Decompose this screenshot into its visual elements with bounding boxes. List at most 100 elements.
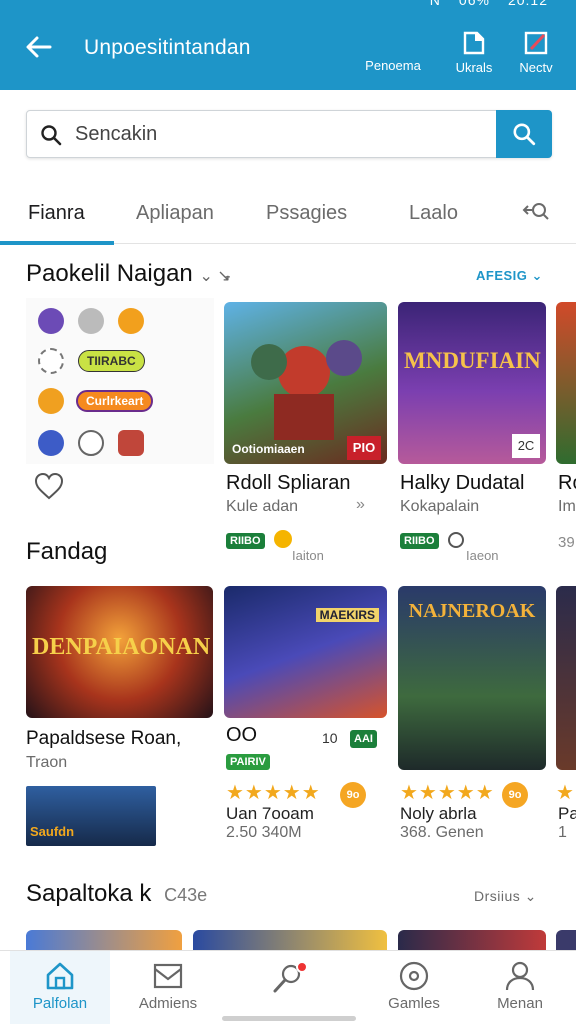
icon-panel: TIIRABC Curlrkeart: [26, 298, 214, 464]
game-card-image-rdoll[interactable]: Ootiomiaaen PIO: [224, 302, 387, 464]
notification-dot: [296, 961, 308, 973]
age-rating-badge-halky: 2C: [512, 434, 540, 458]
home-indicator[interactable]: [222, 1016, 356, 1021]
search-button[interactable]: [496, 110, 552, 158]
app-bar: N 06% 20:12 Unpoesitintandan Penoema Ukr…: [0, 0, 576, 90]
rating-stars-uan: ★★★★★: [226, 782, 321, 804]
game-count-uan: 10: [322, 730, 338, 746]
game-sub-partial: Im: [558, 498, 576, 515]
section1-title-suffix: ⌄ ↘̵: [199, 268, 231, 285]
arrow-left-icon: [26, 36, 52, 58]
warrior-icon[interactable]: [118, 430, 144, 456]
game-card-image-row3-2[interactable]: [193, 930, 387, 952]
status-battery: 06%: [458, 0, 490, 8]
bookmark-action-label: Penoema: [365, 58, 421, 73]
game-meta-halky: Iaeon: [466, 548, 499, 563]
home-icon: [46, 962, 74, 990]
game-thumb-saufdn[interactable]: Saufdn: [26, 786, 156, 846]
butterfly-icon[interactable]: [78, 430, 104, 456]
search-bar: [26, 110, 552, 158]
sword-icon[interactable]: [38, 430, 64, 456]
section3-more-link[interactable]: Drsiius ⌄: [474, 888, 537, 905]
nav-label-gamles: Gamles: [388, 995, 440, 1012]
game-title-halky[interactable]: Halky Dudatal: [400, 472, 525, 495]
pill-tiirabc[interactable]: TIIRABC: [78, 350, 145, 372]
search-button-icon: [513, 123, 536, 146]
game-sub-partial-2: 1: [558, 824, 567, 841]
gear-icon[interactable]: [38, 348, 64, 374]
section-title-sapaltoka: Sapaltoka k C43e: [26, 880, 207, 908]
game-card-image-partial[interactable]: [556, 302, 576, 464]
edit-action-button[interactable]: Nectv: [496, 30, 576, 75]
game-sub-noly: 368. Genen: [400, 824, 484, 841]
heart-shield-icon[interactable]: [78, 308, 104, 334]
section1-title-text: Paokelil Naigan: [26, 260, 193, 287]
favorite-heart-icon[interactable]: [34, 472, 64, 500]
tab-laalo[interactable]: Laalo: [409, 202, 458, 225]
edit-icon: [524, 31, 548, 55]
tab-apliapan[interactable]: Apliapan: [136, 202, 214, 225]
game-art-title-halky: MNDUFIAIN: [404, 348, 541, 373]
game-art-caption-rdoll: Ootiomiaaen: [232, 442, 305, 456]
game-prefix-uan: OO: [226, 724, 258, 746]
game-title-partial-2[interactable]: Pa: [558, 804, 576, 824]
section-title-paokelil: Paokelil Naigan ⌄ ↘̵: [26, 260, 231, 288]
tab-pssagies[interactable]: Pssagies: [266, 202, 347, 225]
game-card-image-partial-2[interactable]: [556, 586, 576, 770]
compass-icon[interactable]: [118, 308, 144, 334]
rating-badge-noly: 9o: [502, 782, 528, 808]
coin-icon: [274, 530, 292, 548]
age-rating-badge-rdoll: PIO: [347, 436, 381, 460]
nav-item-gamles[interactable]: Gamles: [364, 961, 464, 1012]
game-card-image-row3-1[interactable]: [26, 930, 182, 952]
chevron-right-icon[interactable]: »: [356, 496, 365, 514]
game-meta-rdoll: Iaiton: [292, 548, 324, 563]
nav-item-palfolan[interactable]: Palfolan: [10, 961, 110, 1012]
category-tabs: Fianra Apliapan Pssagies Laalo: [0, 182, 576, 245]
nav-item-menan[interactable]: Menan: [470, 961, 570, 1012]
game-title-uan[interactable]: Uan 7ooam: [226, 804, 314, 824]
tab-search-icon[interactable]: [520, 200, 550, 224]
pill-curlrkeart[interactable]: Curlrkeart: [76, 390, 154, 412]
game-card-image-row3-3[interactable]: [398, 930, 546, 952]
game-art-title-papaldsese: DENPAIAONAN: [32, 634, 211, 660]
game-card-image-noly[interactable]: NAJNEROAK: [398, 586, 546, 770]
game-sub-papaldsese: Traon: [26, 754, 68, 771]
game-title-noly[interactable]: Noly abrla: [400, 804, 477, 824]
badge-uan: PAIRIV: [226, 754, 270, 770]
game-card-image-papaldsese[interactable]: DENPAIAONAN: [26, 586, 213, 718]
nav-item-admiens[interactable]: Admiens: [118, 961, 218, 1012]
search-input[interactable]: [75, 119, 475, 149]
game-meta-partial: 39: [558, 534, 575, 551]
nav-item-search[interactable]: [238, 961, 338, 999]
section3-title-suffix: C43e: [164, 885, 208, 905]
page-title: Unpoesitintandan: [84, 36, 251, 59]
game-card-image-row3-4[interactable]: [556, 930, 576, 952]
game-card-image-halky[interactable]: MNDUFIAIN 2C: [398, 302, 546, 464]
nav-label-palfolan: Palfolan: [32, 995, 88, 1012]
status-bar: N 06% 20:12: [430, 0, 548, 8]
status-signal: N: [429, 0, 441, 8]
game-title-papaldsese[interactable]: Papaldsese Roan,: [26, 728, 181, 750]
game-title-rdoll[interactable]: Rdoll Spliaran: [226, 472, 351, 495]
face-icon[interactable]: [38, 388, 64, 414]
section1-more-link[interactable]: AFESIG ⌄: [476, 268, 543, 284]
nav-label-admiens: Admiens: [138, 995, 198, 1012]
section-title-fandag: Fandag: [26, 538, 108, 565]
game-art-title-uan: MAEKIRS: [315, 608, 379, 622]
disc-icon: [399, 961, 429, 991]
game-card-image-uan[interactable]: MAEKIRS: [224, 586, 387, 718]
tab-fianra[interactable]: Fianra: [28, 202, 85, 225]
bottom-navigation: Palfolan Admiens Gamles Menan: [0, 950, 576, 1024]
back-button[interactable]: [22, 30, 56, 64]
pawn-icon[interactable]: [38, 308, 64, 334]
active-tab-indicator: [0, 241, 114, 245]
document-icon: [463, 31, 485, 55]
game-sub-halky: Kokapalain: [400, 498, 480, 515]
game-sub-rdoll: Kule adan: [226, 498, 299, 515]
nav-label-menan: Menan: [497, 995, 543, 1012]
section1-more-label: AFESIG: [476, 268, 528, 283]
game-thumb-caption: Saufdn: [30, 824, 75, 839]
game-title-partial[interactable]: Ro: [558, 472, 576, 495]
bookmark-action-button[interactable]: Penoema: [353, 30, 433, 73]
